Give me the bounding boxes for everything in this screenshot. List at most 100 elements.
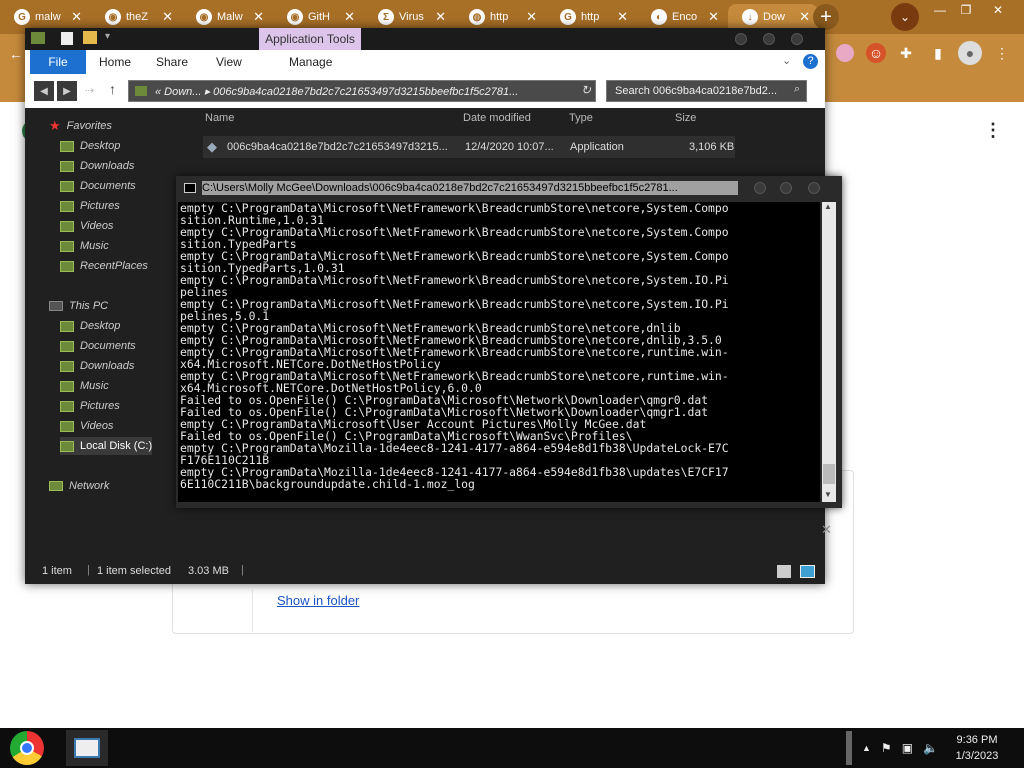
column-size[interactable]: Size: [675, 112, 696, 124]
console-close-button[interactable]: [808, 182, 820, 194]
explorer-taskbar-icon[interactable]: [66, 730, 108, 766]
nav-item[interactable]: Downloads: [60, 357, 134, 375]
details-view-icon[interactable]: [777, 565, 791, 578]
console-minimize-button[interactable]: [754, 182, 766, 194]
chrome-tab[interactable]: ◉ theZ ✕: [91, 4, 181, 30]
network-icon[interactable]: ▣: [902, 741, 913, 755]
scroll-down-icon[interactable]: ▼: [824, 490, 832, 499]
tab-close-icon[interactable]: ✕: [708, 9, 719, 25]
chrome-tab[interactable]: ↓ Dow ✕: [728, 4, 818, 30]
column-date-modified[interactable]: Date modified: [463, 112, 531, 124]
extension-flag-icon[interactable]: [836, 44, 854, 62]
nav-item[interactable]: Downloads: [60, 157, 134, 175]
tab-close-icon[interactable]: ✕: [253, 9, 264, 25]
nav-item[interactable]: Music: [60, 377, 109, 395]
address-bar[interactable]: « Down... ▸ 006c9ba4ca0218e7bd2c7c216534…: [128, 80, 596, 102]
column-name[interactable]: Name: [205, 112, 234, 124]
tab-file[interactable]: File: [30, 50, 86, 74]
nav-item[interactable]: Documents: [60, 177, 136, 195]
expand-ribbon-icon[interactable]: ⌄: [782, 54, 791, 67]
scroll-up-icon[interactable]: ▲: [824, 202, 832, 211]
profile-icon[interactable]: ●: [958, 41, 982, 65]
chrome-tab[interactable]: ◉ Malw ✕: [182, 4, 272, 30]
chrome-tab[interactable]: Ghttp ✕: [546, 4, 636, 30]
console-maximize-button[interactable]: [780, 182, 792, 194]
chrome-tab[interactable]: ◍ http ✕: [455, 4, 545, 30]
tab-close-icon[interactable]: ✕: [617, 9, 628, 25]
help-icon[interactable]: ?: [803, 54, 818, 69]
column-type[interactable]: Type: [569, 112, 593, 124]
scroll-thumb[interactable]: [823, 464, 835, 484]
tab-share[interactable]: Share: [156, 50, 188, 74]
nav-item[interactable]: Videos: [60, 217, 113, 235]
tab-close-icon[interactable]: ✕: [71, 9, 82, 25]
up-arrow-icon[interactable]: ↑: [109, 81, 116, 97]
chrome-tab[interactable]: Σ Virus ✕: [364, 4, 454, 30]
new-tab-button[interactable]: +: [813, 4, 839, 30]
tab-home[interactable]: Home: [99, 50, 131, 74]
show-in-folder-link[interactable]: Show in folder: [277, 593, 359, 608]
tab-close-icon[interactable]: ✕: [344, 9, 355, 25]
console-scrollbar[interactable]: ▲ ▼: [822, 202, 836, 502]
clock[interactable]: 9:36 PM 1/3/2023: [940, 732, 1014, 764]
tab-search-chevron-icon[interactable]: ⌄: [891, 3, 919, 31]
nav-item[interactable]: Desktop: [60, 137, 120, 155]
volume-icon[interactable]: 🔈: [923, 741, 938, 755]
tab-close-icon[interactable]: ✕: [526, 9, 537, 25]
console-line: empty C:\ProgramData\Microsoft\NetFramew…: [180, 273, 729, 287]
recent-locations-icon[interactable]: ⇢: [85, 84, 94, 97]
nav-item[interactable]: Documents: [60, 337, 136, 355]
properties-icon[interactable]: [61, 32, 73, 45]
nav-item[interactable]: Pictures: [60, 197, 120, 215]
show-hidden-icons-icon[interactable]: ▲: [862, 743, 871, 753]
status-bar: 1 item | 1 item selected 3.03 MB |: [25, 560, 825, 584]
search-icon[interactable]: ⌕: [794, 83, 800, 96]
large-icons-view-icon[interactable]: [800, 565, 815, 578]
extension-avatar-icon[interactable]: ☺: [866, 43, 886, 63]
nav-favorites[interactable]: ★ Favorites: [49, 117, 112, 135]
dismiss-icon[interactable]: ✕: [821, 522, 832, 538]
explorer-minimize-button[interactable]: [735, 33, 747, 45]
chrome-tab[interactable]: Gmalw ✕: [0, 4, 90, 30]
minimize-button[interactable]: —: [928, 2, 952, 18]
tab-close-icon[interactable]: ✕: [799, 9, 810, 25]
explorer-close-button[interactable]: [791, 33, 803, 45]
nav-item[interactable]: Videos: [60, 417, 113, 435]
restore-button[interactable]: ❐: [954, 2, 978, 18]
folder-icon: [60, 320, 74, 332]
nav-item[interactable]: Desktop: [60, 317, 120, 335]
show-desktop-grip[interactable]: [846, 731, 852, 765]
refresh-icon[interactable]: ↻: [581, 83, 591, 97]
back-icon[interactable]: ←: [6, 44, 26, 64]
nav-item[interactable]: Pictures: [60, 397, 120, 415]
folder-icon: [60, 380, 74, 392]
search-input[interactable]: Search 006c9ba4ca0218e7bd2... ⌕: [606, 80, 807, 102]
forward-arrow-icon[interactable]: ▶: [57, 81, 77, 101]
nav-item[interactable]: Music: [60, 237, 109, 255]
new-folder-icon[interactable]: [83, 31, 97, 44]
more-actions-icon[interactable]: ⋮: [984, 120, 1002, 141]
console-output[interactable]: empty C:\ProgramData\Microsoft\NetFramew…: [178, 202, 820, 502]
console-app-icon[interactable]: [184, 183, 196, 193]
tab-close-icon[interactable]: ✕: [435, 9, 446, 25]
menu-dots-icon[interactable]: ⋮: [992, 43, 1012, 63]
nav-this-pc[interactable]: This PC: [49, 297, 108, 315]
tab-close-icon[interactable]: ✕: [162, 9, 173, 25]
navigation-pane: ★ Favorites Desktop Downloads Documents Pic…: [25, 108, 190, 560]
side-panel-icon[interactable]: ▮: [928, 43, 948, 63]
action-center-flag-icon[interactable]: ⚑: [881, 741, 892, 755]
nav-item[interactable]: RecentPlaces: [60, 257, 148, 275]
extensions-puzzle-icon[interactable]: ✚: [896, 43, 916, 63]
close-button[interactable]: ✕: [986, 2, 1010, 18]
nav-network[interactable]: Network: [49, 477, 109, 495]
explorer-maximize-button[interactable]: [763, 33, 775, 45]
file-row[interactable]: ◆ 006c9ba4ca0218e7bd2c7c21653497d3215...…: [203, 136, 735, 158]
nav-item[interactable]: Local Disk (C:): [60, 437, 153, 455]
back-arrow-icon[interactable]: ◀: [34, 81, 54, 101]
chrome-tab[interactable]: ◐ Enco ✕: [637, 4, 727, 30]
chrome-tab[interactable]: ◉ GitH ✕: [273, 4, 363, 30]
chrome-taskbar-icon[interactable]: [10, 731, 44, 765]
quick-access-dropdown-icon[interactable]: ▾: [105, 31, 110, 42]
tab-view[interactable]: View: [216, 50, 242, 74]
tab-manage[interactable]: Manage: [289, 50, 332, 74]
